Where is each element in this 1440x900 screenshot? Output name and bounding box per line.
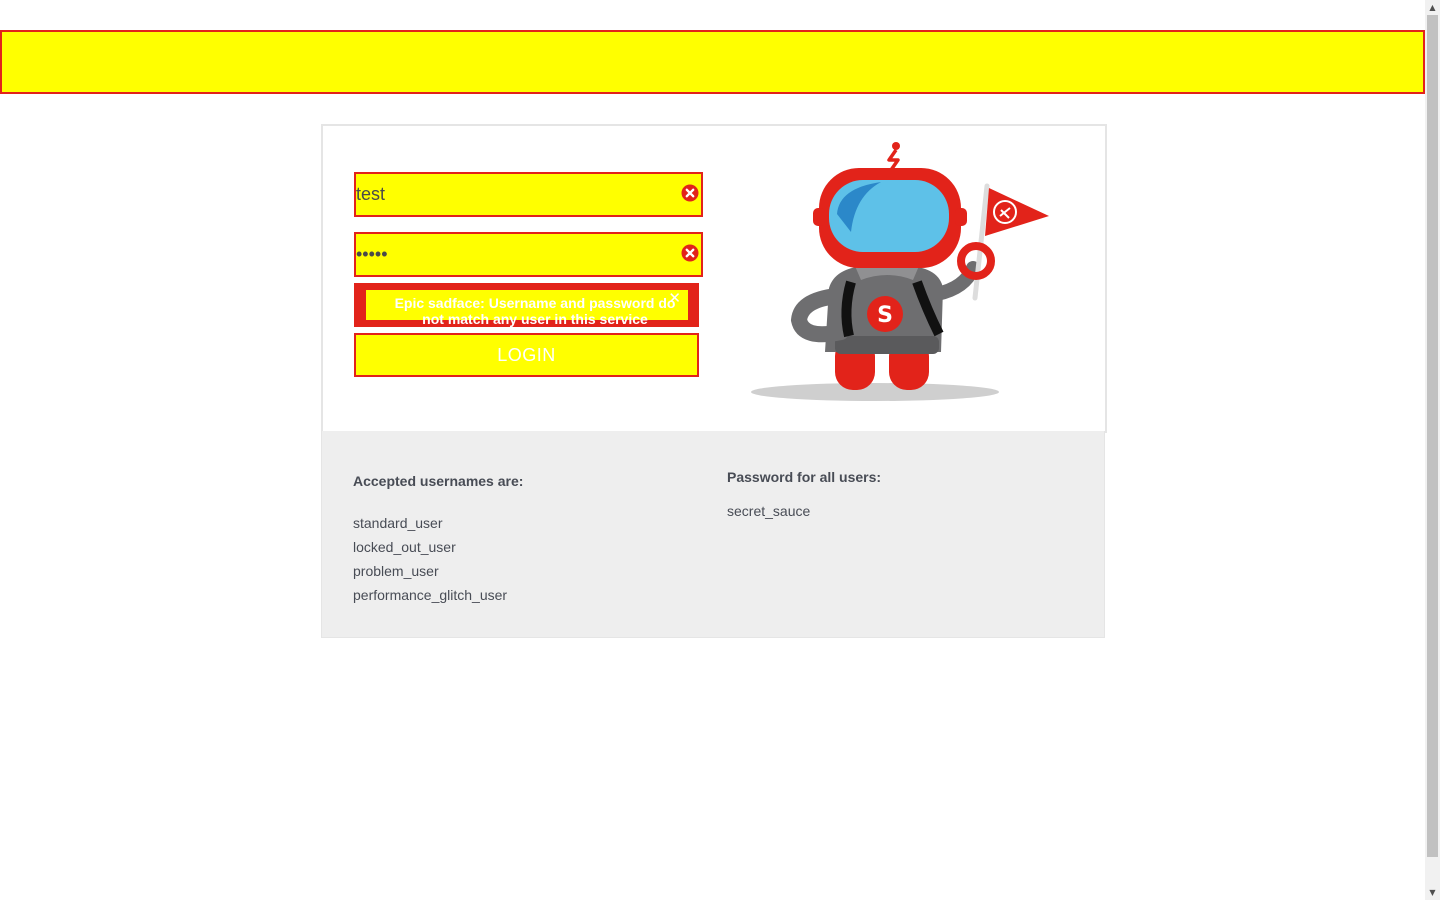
password-value: secret_sauce [727, 503, 811, 519]
credentials-panel: Accepted usernames are: standard_user lo… [321, 431, 1105, 638]
svg-text:S: S [877, 303, 893, 328]
scroll-up-icon[interactable]: ▲ [1425, 0, 1440, 15]
vertical-scrollbar[interactable]: ▲ ▼ [1425, 0, 1440, 900]
scrollbar-thumb[interactable] [1427, 15, 1438, 857]
list-item: locked_out_user [353, 539, 456, 555]
error-message-text: Epic sadface: Username and password do n… [394, 295, 676, 327]
username-field[interactable] [354, 172, 703, 217]
page: Epic sadface: Username and password do n… [0, 0, 1425, 900]
password-input[interactable] [356, 234, 676, 275]
accepted-usernames-title: Accepted usernames are: [353, 473, 524, 489]
error-message-container: Epic sadface: Username and password do n… [354, 283, 699, 327]
close-icon[interactable]: ✕ [668, 290, 681, 306]
username-input[interactable] [356, 174, 676, 215]
list-item: performance_glitch_user [353, 587, 508, 603]
error-message-box: Epic sadface: Username and password do n… [364, 288, 690, 327]
login-button[interactable]: LOGIN [354, 333, 699, 377]
list-item: problem_user [353, 563, 439, 579]
password-title: Password for all users: [727, 469, 882, 485]
header-banner [0, 30, 1425, 94]
scroll-down-icon[interactable]: ▼ [1425, 885, 1440, 900]
error-circle-icon [681, 244, 699, 262]
username-list: standard_user locked_out_user problem_us… [353, 515, 507, 611]
login-card: Epic sadface: Username and password do n… [321, 124, 1107, 433]
error-circle-icon [681, 184, 699, 202]
list-item: standard_user [353, 515, 443, 531]
robot-mascot: S [751, 142, 1049, 401]
password-field[interactable] [354, 232, 703, 277]
